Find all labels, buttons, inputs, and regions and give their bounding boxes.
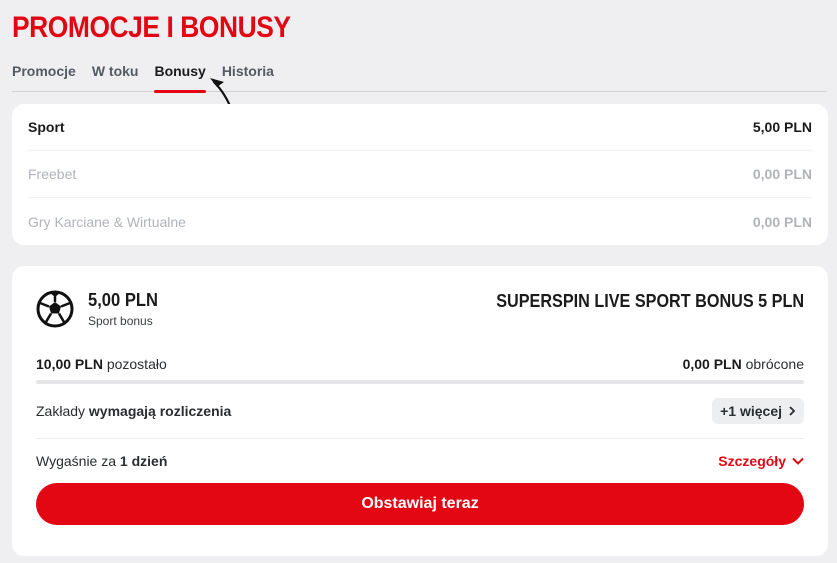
turned: 0,00 PLN obrócone <box>683 356 804 372</box>
tab-w-toku[interactable]: W toku <box>92 60 139 92</box>
details-toggle[interactable]: Szczegóły <box>718 453 804 469</box>
bonus-amount: 5,00 PLN <box>88 290 158 310</box>
balance-row-freebet: Freebet 0,00 PLN <box>28 151 812 198</box>
balance-value: 0,00 PLN <box>752 166 812 182</box>
more-bets-label: +1 więcej <box>720 403 782 419</box>
balance-row-sport: Sport 5,00 PLN <box>28 104 812 151</box>
remaining: 10,00 PLN pozostało <box>36 356 167 372</box>
bets-text: Zakłady wymagają rozliczenia <box>36 403 231 419</box>
bets-prefix: Zakłady <box>36 403 86 419</box>
bets-bold: wymagają rozliczenia <box>88 403 232 419</box>
balance-value: 0,00 PLN <box>752 213 812 230</box>
bonus-header: 5,00 PLN Sport bonus SUPERSPIN LIVE SPOR… <box>36 266 804 342</box>
bet-now-button[interactable]: Obstawiaj teraz <box>36 483 804 525</box>
details-label: Szczegóły <box>718 453 786 469</box>
balances-card: Sport 5,00 PLN Freebet 0,00 PLN Gry Karc… <box>12 104 828 245</box>
bonus-card: 5,00 PLN Sport bonus SUPERSPIN LIVE SPOR… <box>12 266 828 556</box>
balance-row-games: Gry Karciane & Wirtualne 0,00 PLN <box>28 198 812 245</box>
bonus-type: Sport bonus <box>88 314 153 328</box>
turned-value: 0,00 PLN <box>682 356 742 372</box>
expiry-bold: 1 dzień <box>119 453 168 469</box>
balance-label: Sport <box>28 119 65 135</box>
bets-row: Zakłady wymagają rozliczenia +1 więcej <box>36 384 804 439</box>
balance-label: Freebet <box>28 166 77 182</box>
tab-promocje[interactable]: Promocje <box>12 60 76 92</box>
tab-bonusy[interactable]: Bonusy <box>154 60 207 93</box>
chevron-right-icon <box>789 406 796 416</box>
balance-label: Gry Karciane & Wirtualne <box>28 213 186 230</box>
balance-value: 5,00 PLN <box>752 119 812 135</box>
promotions-page: PROMOCJE I BONUSY Promocje W toku Bonusy… <box>0 0 837 563</box>
soccer-ball-icon <box>36 290 74 328</box>
remaining-value: 10,00 PLN <box>36 356 103 372</box>
expiry-text: Wygaśnie za 1 dzień <box>36 453 167 469</box>
expiry-row: Wygaśnie za 1 dzień Szczegóły <box>36 439 804 483</box>
chevron-down-icon <box>792 457 804 465</box>
tabs: Promocje W toku Bonusy Historia <box>12 60 827 93</box>
remaining-label: pozostało <box>106 356 167 372</box>
turned-label: obrócone <box>745 356 804 372</box>
page-title: PROMOCJE I BONUSY <box>12 11 291 44</box>
expiry-prefix: Wygaśnie za <box>36 453 117 469</box>
bonus-name: SUPERSPIN LIVE SPORT BONUS 5 PLN <box>496 291 804 311</box>
more-bets-button[interactable]: +1 więcej <box>712 398 804 424</box>
